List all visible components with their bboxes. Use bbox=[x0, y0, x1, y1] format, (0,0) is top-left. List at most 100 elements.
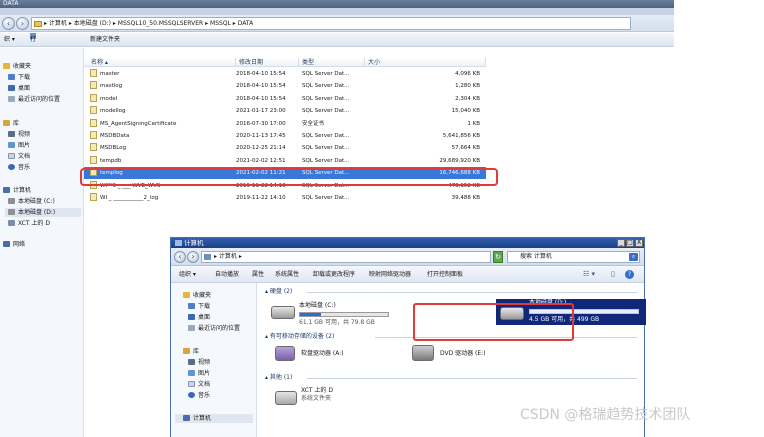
autoplay-button[interactable]: 自动播放 bbox=[215, 266, 239, 283]
nav-favorites[interactable]: 收藏夹 bbox=[183, 291, 211, 300]
nav-libraries[interactable]: 库 bbox=[183, 347, 199, 356]
maximize-button[interactable]: □ bbox=[626, 239, 634, 247]
hard-drive-icon bbox=[271, 306, 295, 319]
nav-videos[interactable]: 视频 bbox=[188, 358, 210, 367]
toolbar: 组织 ▾ 自动播放 属性 系统属性 卸载或更改程序 映射网络驱动器 打开控制面板… bbox=[171, 266, 644, 283]
column-date[interactable]: 修改日期 bbox=[236, 58, 299, 67]
group-other[interactable]: ▴ 其他 (1) bbox=[265, 374, 292, 382]
file-row[interactable]: master 2018-04-10 15:54 SQL Server Dat... 4… bbox=[84, 68, 486, 80]
nav-network-share[interactable]: XCT 上的 D bbox=[8, 219, 50, 228]
nav-downloads[interactable]: 下载 bbox=[8, 73, 30, 82]
uninstall-button[interactable]: 卸载或更改程序 bbox=[313, 266, 355, 283]
file-row[interactable]: mastlog 2018-04-10 15:54 SQL Server Dat...… bbox=[84, 80, 486, 92]
document-icon bbox=[8, 153, 15, 159]
dvd-drive-name[interactable]: DVD 驱动器 (E:) bbox=[440, 350, 486, 358]
column-size[interactable]: 大小 bbox=[365, 58, 486, 67]
minimize-button[interactable]: _ bbox=[617, 239, 625, 247]
file-row[interactable]: MS_AgentSigningCertificate 2016-07-30 17:… bbox=[84, 118, 486, 130]
file-name-text: MSDBLog bbox=[100, 145, 127, 152]
file-icon bbox=[90, 118, 97, 127]
preview-pane-icon[interactable]: ▯ bbox=[611, 266, 615, 283]
column-type[interactable]: 类型 bbox=[299, 58, 365, 67]
properties-button[interactable]: 属性 bbox=[252, 266, 264, 283]
close-button[interactable]: X bbox=[635, 239, 643, 247]
map-drive-button[interactable]: 映射网络驱动器 bbox=[369, 266, 411, 283]
nav-network[interactable]: 网络 bbox=[3, 240, 25, 249]
control-panel-button[interactable]: 打开控制面板 bbox=[427, 266, 463, 283]
file-type: SQL Server Dat... bbox=[302, 83, 350, 90]
network-drive-name[interactable]: XCT 上的 D bbox=[301, 387, 333, 395]
search-input[interactable]: 搜索 计算机 ⌕ bbox=[507, 251, 640, 263]
nav-videos[interactable]: 视频 bbox=[8, 130, 30, 139]
nav-favorites[interactable]: 收藏夹 bbox=[3, 62, 31, 71]
file-row[interactable]: model 2018-04-10 15:54 SQL Server Dat... 2,… bbox=[84, 93, 486, 105]
system-properties-button[interactable]: 系统属性 bbox=[275, 266, 299, 283]
help-icon[interactable]: ? bbox=[625, 270, 634, 279]
library-icon bbox=[183, 348, 190, 354]
document-icon bbox=[188, 381, 195, 387]
search-icon[interactable]: ⌕ bbox=[629, 253, 638, 261]
computer-icon bbox=[175, 240, 182, 246]
organize-button[interactable]: 织 ▾ bbox=[4, 33, 15, 47]
nav-computer[interactable]: 计算机 bbox=[3, 186, 31, 195]
recent-places-icon bbox=[188, 325, 195, 331]
file-row[interactable]: tempdb 2021-02-02 12:51 SQL Server Dat... 2… bbox=[84, 155, 486, 167]
file-type: SQL Server Dat... bbox=[302, 95, 350, 102]
floppy-drive-name[interactable]: 软盘驱动器 (A:) bbox=[301, 350, 344, 358]
column-name[interactable]: 名称 ▴ bbox=[88, 58, 236, 67]
nav-recent[interactable]: 最近访问的位置 bbox=[188, 324, 240, 333]
refresh-button[interactable]: ↻ bbox=[493, 251, 503, 263]
nav-drive-d[interactable]: 本地磁盘 (D:) bbox=[5, 208, 81, 217]
forward-button[interactable]: › bbox=[187, 251, 199, 263]
nav-documents[interactable]: 文档 bbox=[8, 152, 30, 161]
file-date: 2021-01-17 23:00 bbox=[236, 108, 286, 115]
nav-computer[interactable]: 计算机 bbox=[175, 414, 253, 423]
nav-label: 图片 bbox=[198, 370, 211, 377]
view-options-icon[interactable]: ☷ ▾ bbox=[583, 266, 595, 283]
new-folder-button[interactable]: 新建文件夹 bbox=[90, 33, 120, 47]
group-hard-disks[interactable]: ▴ 硬盘 (2) bbox=[265, 288, 292, 296]
drive-c-name[interactable]: 本地磁盘 (C:) bbox=[299, 302, 336, 310]
nav-music[interactable]: 音乐 bbox=[188, 391, 210, 400]
file-row[interactable]: MSDBData 2020-11-13 17:45 SQL Server Dat..… bbox=[84, 130, 486, 142]
drive-c-free-space: 61.1 GB 可用，共 79.8 GB bbox=[299, 319, 375, 326]
file-row[interactable]: WI _ ___________2_log 2019-11-22 14:10 SQL… bbox=[84, 192, 486, 204]
nav-label: 音乐 bbox=[198, 392, 211, 399]
address-input[interactable]: ▸ 计算机 ▸ 本地磁盘 (D:) ▸ MSSQL10_50.MSSQLSERV… bbox=[31, 17, 631, 30]
nav-music[interactable]: 音乐 bbox=[8, 163, 30, 172]
nav-desktop[interactable]: 桌面 bbox=[188, 313, 210, 322]
group-removable[interactable]: ▴ 有可移动存储的设备 (2) bbox=[265, 333, 334, 341]
nav-desktop[interactable]: 桌面 bbox=[8, 84, 30, 93]
file-name: WI _ ___________2_log bbox=[90, 192, 158, 204]
nav-downloads[interactable]: 下载 bbox=[188, 302, 210, 311]
file-row[interactable]: modellog 2021-01-17 23:00 SQL Server Dat..… bbox=[84, 105, 486, 117]
navigation-pane: 收藏夹 下载 桌面 最近访问的位置 库 视频 图片 文档 音乐 计算机 bbox=[171, 283, 257, 437]
nav-drive-c[interactable]: 本地磁盘 (C:) bbox=[8, 197, 55, 206]
file-date: 2018-04-10 15:54 bbox=[236, 83, 286, 90]
computer-icon bbox=[3, 187, 10, 193]
nav-pictures[interactable]: 图片 bbox=[188, 369, 210, 378]
organize-button[interactable]: 组织 ▾ bbox=[179, 266, 196, 283]
forward-button[interactable]: › bbox=[16, 17, 29, 30]
nav-recent[interactable]: 最近访问的位置 bbox=[8, 95, 60, 104]
file-name-text: model bbox=[100, 95, 118, 102]
file-row[interactable]: MSDBLog 2020-12-25 21:14 SQL Server Dat...… bbox=[84, 142, 486, 154]
watermark: CSDN @格瑞趋势技术团队 bbox=[520, 407, 691, 423]
nav-documents[interactable]: 文档 bbox=[188, 380, 210, 389]
file-size: 5,641,856 KB bbox=[442, 133, 480, 139]
navigation-pane: 收藏夹 下载 桌面 最近访问的位置 库 视频 图片 文档 音乐 计算机 本地磁盘… bbox=[0, 48, 84, 437]
file-icon bbox=[90, 193, 97, 201]
nav-label: 图片 bbox=[18, 142, 31, 149]
back-button[interactable]: ‹ bbox=[2, 17, 15, 30]
back-button[interactable]: ‹ bbox=[174, 251, 186, 263]
file-type: SQL Server Dat... bbox=[302, 71, 350, 77]
nav-label: 库 bbox=[13, 120, 20, 127]
nav-pictures[interactable]: 图片 bbox=[8, 141, 30, 150]
address-input[interactable]: ▸ 计算机 ▸ bbox=[201, 251, 491, 263]
search-placeholder: 搜索 计算机 bbox=[520, 253, 552, 260]
file-type: SQL Server Dat... bbox=[302, 157, 350, 164]
nav-libraries[interactable]: 库 bbox=[3, 119, 19, 128]
file-size: 1 KB bbox=[467, 120, 480, 127]
hard-drive-icon bbox=[8, 198, 15, 204]
file-name: master bbox=[90, 68, 119, 80]
